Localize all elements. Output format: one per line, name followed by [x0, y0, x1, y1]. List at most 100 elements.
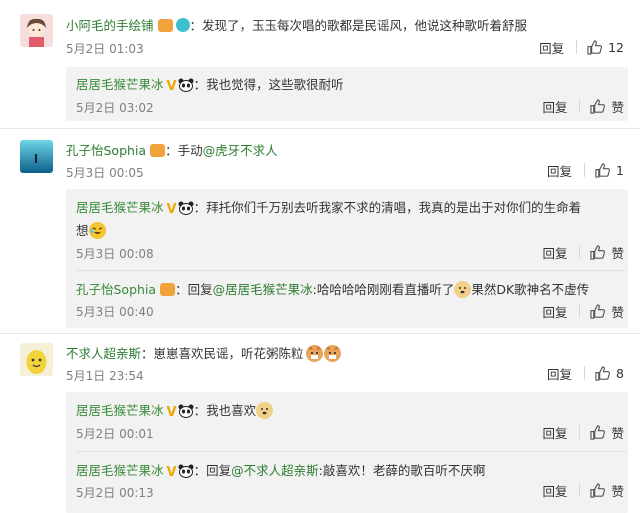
mention-link[interactable]: @不求人超亲斯 [231, 463, 319, 478]
vip-badge-icon[interactable] [175, 18, 190, 32]
avatar[interactable] [20, 140, 53, 173]
thumbs-up-icon [590, 424, 606, 440]
action-divider [576, 40, 578, 54]
action-divider [579, 99, 581, 113]
like-button[interactable]: 赞 [590, 97, 624, 116]
reply-actions: 回复 赞 [542, 302, 624, 320]
cat-emoji-icon [323, 345, 341, 362]
thumbs-up-icon [590, 303, 606, 319]
like-count: 1 [616, 162, 624, 178]
action-divider [579, 245, 581, 259]
like-label: 赞 [611, 99, 624, 115]
reply-actions: 回复 赞 [542, 481, 624, 499]
action-divider [584, 366, 586, 380]
comment-author[interactable]: 孔子怡Sophia [66, 143, 146, 158]
like-button[interactable]: 1 [595, 163, 624, 178]
action-divider [579, 425, 581, 439]
reply-author[interactable]: 居居毛猴芒果冰 [76, 77, 164, 92]
reply-text-prefix: ：回复 [175, 282, 213, 297]
thumbs-up-icon [590, 98, 606, 114]
verified-v-icon: V [166, 79, 177, 94]
reply-time: 5月3日 00:40 [76, 305, 154, 319]
reply-content: 居居毛猴芒果冰 V ：拜托你们千万别去听我家不求的清唱，我真的是出于对你们的生命着 [76, 197, 581, 217]
like-label: 赞 [611, 245, 624, 261]
like-button[interactable]: 赞 [590, 423, 624, 442]
reply-button[interactable]: 回复 [542, 423, 567, 442]
comment-text: ：发现了，玉玉每次唱的歌都是民谣风，他说这种歌听着舒服 [189, 18, 528, 33]
comment-divider [0, 128, 640, 129]
reply-button[interactable]: 回复 [539, 38, 564, 57]
reply-button[interactable]: 回复 [547, 161, 572, 180]
reply-actions: 回复 赞 [542, 423, 624, 441]
like-count: 8 [616, 365, 624, 381]
mention-link[interactable]: @虎牙不求人 [203, 143, 278, 158]
reply-content: 孔子怡Sophia ：回复@居居毛猴芒果冰:哈哈哈哈刚刚看直播听了 果然DK歌神名不… [76, 279, 589, 298]
comment-time: 5月3日 00:05 [66, 166, 144, 180]
like-button[interactable]: 12 [587, 40, 624, 55]
panda-badge-icon [178, 404, 194, 418]
action-divider [579, 304, 581, 318]
panda-badge-icon [178, 464, 194, 478]
reply-author[interactable]: 居居毛猴芒果冰 [76, 403, 164, 418]
reply-button[interactable]: 回复 [547, 364, 572, 383]
comment-text-prefix: ：手动 [165, 143, 203, 158]
reply-time: 5月2日 00:01 [76, 427, 154, 441]
reply-button[interactable]: 回复 [542, 302, 567, 321]
reply-content-line2: 想 [76, 220, 106, 239]
like-button[interactable]: 赞 [590, 243, 624, 262]
panda-badge-icon [178, 78, 194, 92]
like-button[interactable]: 赞 [590, 481, 624, 500]
reply-time: 5月3日 00:08 [76, 247, 154, 261]
avatar[interactable] [20, 14, 53, 47]
reply-button[interactable]: 回复 [542, 481, 567, 500]
reply-button[interactable]: 回复 [542, 243, 567, 262]
reply-content: 居居毛猴芒果冰 V ：回复@不求人超亲斯:敲喜欢！老薛的歌百听不厌啊 [76, 460, 485, 480]
verified-v-icon: V [166, 405, 177, 420]
reply-text: :哈哈哈哈刚刚看直播听了 [312, 282, 455, 297]
reply-author[interactable]: 孔子怡Sophia [76, 282, 156, 297]
mention-link[interactable]: @居居毛猴芒果冰 [213, 282, 313, 297]
like-button[interactable]: 赞 [590, 302, 624, 321]
thumbs-up-icon [590, 244, 606, 260]
reply-button[interactable]: 回复 [542, 97, 567, 116]
verified-v-icon: V [166, 202, 177, 217]
avatar[interactable] [20, 343, 53, 376]
reply-author[interactable]: 居居毛猴芒果冰 [76, 200, 164, 215]
panda-badge-icon [178, 201, 194, 215]
reply-divider [76, 451, 626, 452]
comment-divider [0, 333, 640, 334]
verified-v-icon: V [166, 465, 177, 480]
thumbs-up-icon [590, 482, 606, 498]
like-label: 赞 [611, 304, 624, 320]
reply-actions: 回复 赞 [542, 243, 624, 261]
comment-content: 孔子怡Sophia ：手动@虎牙不求人 [66, 140, 278, 159]
doge-emoji-icon [256, 402, 274, 419]
reply-author[interactable]: 居居毛猴芒果冰 [76, 463, 164, 478]
reply-text: ：我也喜欢 [193, 403, 257, 418]
reply-text: ：我也觉得，这些歌很耐听 [193, 77, 344, 92]
comment-author[interactable]: 小阿毛的手绘铺 [66, 18, 154, 33]
like-button[interactable]: 8 [595, 366, 624, 381]
thumbs-up-icon [595, 162, 610, 178]
comment-time: 5月1日 23:54 [66, 369, 144, 383]
comment-actions: 回复 8 [547, 364, 624, 382]
comment-actions: 回复 1 [547, 161, 624, 179]
comment-text: ：崽崽喜欢民谣，听花粥陈粒 [141, 346, 304, 361]
like-label: 赞 [611, 483, 624, 499]
comment-author[interactable]: 不求人超亲斯 [66, 346, 141, 361]
member-badge-icon[interactable] [160, 283, 176, 296]
thumbs-up-icon [595, 365, 610, 381]
member-badge-icon[interactable] [157, 19, 173, 32]
comment-content: 不求人超亲斯：崽崽喜欢民谣，听花粥陈粒 [66, 343, 341, 362]
reply-time: 5月2日 03:02 [76, 101, 154, 115]
reply-text-continued: 想 [76, 223, 89, 238]
thumbs-up-icon [587, 39, 603, 55]
comment-actions: 回复 12 [539, 38, 624, 56]
reply-actions: 回复 赞 [542, 97, 624, 115]
like-label: 赞 [611, 425, 624, 441]
reply-text: ：拜托你们千万别去听我家不求的清唱，我真的是出于对你们的生命着 [193, 200, 582, 215]
member-badge-icon[interactable] [150, 144, 166, 157]
reply-content: 居居毛猴芒果冰 V ：我也觉得，这些歌很耐听 [76, 74, 344, 94]
comment-time: 5月2日 01:03 [66, 42, 144, 56]
comment-content: 小阿毛的手绘铺 ：发现了，玉玉每次唱的歌都是民谣风，他说这种歌听着舒服 [66, 15, 527, 34]
